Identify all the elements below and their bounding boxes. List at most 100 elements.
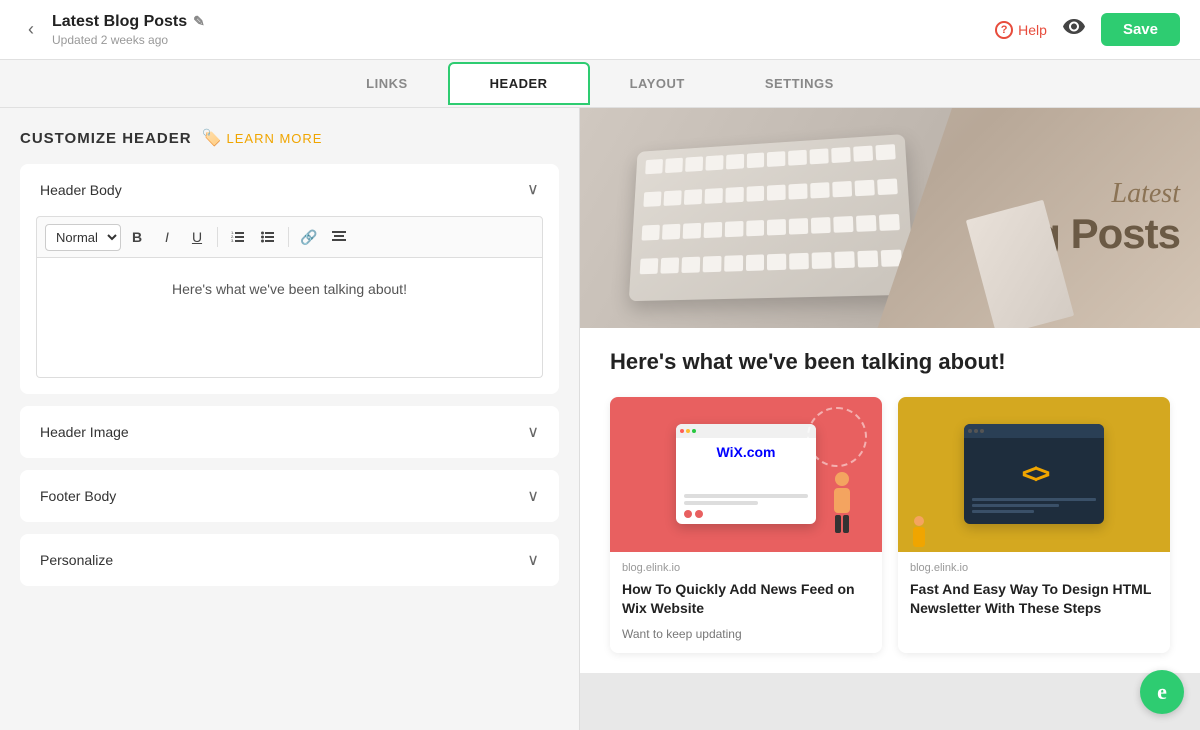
wix-red-dots bbox=[684, 510, 703, 518]
leg-1 bbox=[835, 515, 841, 533]
accordion-personalize: Personalize ∨ bbox=[20, 534, 559, 586]
format-select[interactable]: Normal bbox=[45, 224, 121, 251]
right-preview: Latest Blog Posts Here's what we've been… bbox=[580, 108, 1200, 730]
back-button[interactable]: ‹ bbox=[20, 15, 42, 44]
wix-dashed-circle bbox=[807, 407, 867, 467]
code-illustration: <> bbox=[898, 397, 1170, 552]
help-icon: ? bbox=[995, 21, 1013, 39]
keyboard-visual bbox=[629, 134, 915, 301]
top-bar-left: ‹ Latest Blog Posts ✎ Updated 2 weeks ag… bbox=[20, 13, 205, 47]
help-button[interactable]: ? Help bbox=[995, 21, 1047, 39]
card-image-2: <> bbox=[898, 397, 1170, 552]
code-browser: <> bbox=[964, 424, 1104, 524]
accordion-header-body: Header Body ∧ Normal B I U 1.2.3. bbox=[20, 164, 559, 394]
card-image-1: WiX.com bbox=[610, 397, 882, 552]
code-dot-3 bbox=[980, 429, 984, 433]
dot-green bbox=[692, 429, 696, 433]
chevron-up-icon: ∧ bbox=[527, 180, 539, 200]
bold-button[interactable]: B bbox=[123, 223, 151, 251]
leg-2 bbox=[843, 515, 849, 533]
wix-illustration: WiX.com bbox=[610, 397, 882, 552]
code-person bbox=[913, 516, 925, 547]
align-button[interactable] bbox=[325, 223, 353, 251]
code-lines bbox=[972, 498, 1096, 516]
page-title: Latest Blog Posts ✎ bbox=[52, 13, 205, 31]
main-layout: CUSTOMIZE HEADER 🏷️ Learn More Header Bo… bbox=[0, 108, 1200, 730]
svg-text:3.: 3. bbox=[231, 238, 234, 243]
tab-layout[interactable]: LAYOUT bbox=[590, 64, 725, 103]
learn-icon: 🏷️ bbox=[202, 128, 223, 148]
edit-title-icon[interactable]: ✎ bbox=[193, 13, 205, 30]
left-panel: CUSTOMIZE HEADER 🏷️ Learn More Header Bo… bbox=[0, 108, 580, 730]
figure-head bbox=[835, 472, 849, 486]
dot-yellow bbox=[686, 429, 690, 433]
code-line-2 bbox=[972, 504, 1059, 507]
unordered-list-icon bbox=[261, 230, 275, 244]
accordion-personalize-header[interactable]: Personalize ∨ bbox=[20, 534, 559, 586]
top-bar-right: ? Help Save bbox=[995, 13, 1180, 46]
header-body-label: Header Body bbox=[40, 182, 122, 198]
page-title-text: Latest Blog Posts bbox=[52, 13, 187, 31]
learn-more-label: Learn More bbox=[227, 131, 323, 146]
toolbar-divider-2 bbox=[288, 227, 289, 247]
preview-hero: Latest Blog Posts bbox=[580, 108, 1200, 328]
wix-browser-bar bbox=[676, 424, 816, 438]
dot-red bbox=[680, 429, 684, 433]
editor-text: Here's what we've been talking about! bbox=[172, 281, 407, 297]
wix-logo: WiX.com bbox=[717, 444, 776, 460]
chevron-down-icon-3: ∨ bbox=[527, 550, 539, 570]
help-label: Help bbox=[1018, 22, 1047, 38]
page-title-wrap: Latest Blog Posts ✎ Updated 2 weeks ago bbox=[52, 13, 205, 47]
top-bar: ‹ Latest Blog Posts ✎ Updated 2 weeks ag… bbox=[0, 0, 1200, 60]
ordered-list-button[interactable]: 1.2.3. bbox=[224, 223, 252, 251]
unordered-list-button[interactable] bbox=[254, 223, 282, 251]
editor-toolbar: Normal B I U 1.2.3. 🔗 bbox=[36, 216, 543, 258]
wix-figure bbox=[822, 472, 862, 542]
card-meta-1: blog.elink.io bbox=[610, 552, 882, 576]
wix-content-lines bbox=[684, 494, 808, 508]
learn-more-link[interactable]: 🏷️ Learn More bbox=[202, 128, 323, 148]
wix-line-2 bbox=[684, 501, 758, 505]
code-browser-bar bbox=[964, 424, 1104, 438]
cp-head bbox=[914, 516, 924, 526]
accordion-header-image-header[interactable]: Header Image ∨ bbox=[20, 406, 559, 458]
editor-area[interactable]: Here's what we've been talking about! bbox=[36, 258, 543, 378]
accordion-footer-body: Footer Body ∨ bbox=[20, 470, 559, 522]
code-dot-1 bbox=[968, 429, 972, 433]
tab-links[interactable]: LINKS bbox=[326, 64, 448, 103]
tab-settings[interactable]: SETTINGS bbox=[725, 64, 874, 103]
preview-subtitle: Here's what we've been talking about! bbox=[610, 348, 1170, 377]
panel-title-text: CUSTOMIZE HEADER bbox=[20, 130, 192, 147]
cp-body bbox=[913, 527, 925, 547]
code-chevrons: <> bbox=[1022, 458, 1047, 490]
blog-card-1: WiX.com bbox=[610, 397, 882, 653]
card-title-1: How To Quickly Add News Feed on Wix Webs… bbox=[610, 576, 882, 627]
ordered-list-icon: 1.2.3. bbox=[231, 230, 245, 244]
nav-tabs: LINKS HEADER LAYOUT SETTINGS bbox=[0, 60, 1200, 108]
accordion-footer-body-header[interactable]: Footer Body ∨ bbox=[20, 470, 559, 522]
eye-icon bbox=[1063, 19, 1085, 35]
footer-body-label: Footer Body bbox=[40, 488, 116, 504]
link-button[interactable]: 🔗 bbox=[295, 223, 323, 251]
italic-button[interactable]: I bbox=[153, 223, 181, 251]
card-title-2: Fast And Easy Way To Design HTML Newslet… bbox=[898, 576, 1170, 627]
preview-button[interactable] bbox=[1063, 18, 1085, 41]
code-dot-2 bbox=[974, 429, 978, 433]
accordion-header-body-content: Normal B I U 1.2.3. 🔗 bbox=[20, 216, 559, 394]
wix-dot-1 bbox=[684, 510, 692, 518]
chevron-down-icon-1: ∨ bbox=[527, 422, 539, 442]
align-icon bbox=[332, 231, 346, 243]
header-image-label: Header Image bbox=[40, 424, 129, 440]
toolbar-divider-1 bbox=[217, 227, 218, 247]
key bbox=[645, 159, 663, 174]
personalize-label: Personalize bbox=[40, 552, 113, 568]
wix-dot-2 bbox=[695, 510, 703, 518]
code-line-3 bbox=[972, 510, 1034, 513]
accordion-header-body-header[interactable]: Header Body ∧ bbox=[20, 164, 559, 216]
tab-header[interactable]: HEADER bbox=[448, 62, 590, 105]
save-button[interactable]: Save bbox=[1101, 13, 1180, 46]
figure-legs bbox=[822, 515, 862, 533]
panel-title: CUSTOMIZE HEADER 🏷️ Learn More bbox=[20, 128, 559, 148]
blog-cards: WiX.com bbox=[610, 397, 1170, 653]
underline-button[interactable]: U bbox=[183, 223, 211, 251]
